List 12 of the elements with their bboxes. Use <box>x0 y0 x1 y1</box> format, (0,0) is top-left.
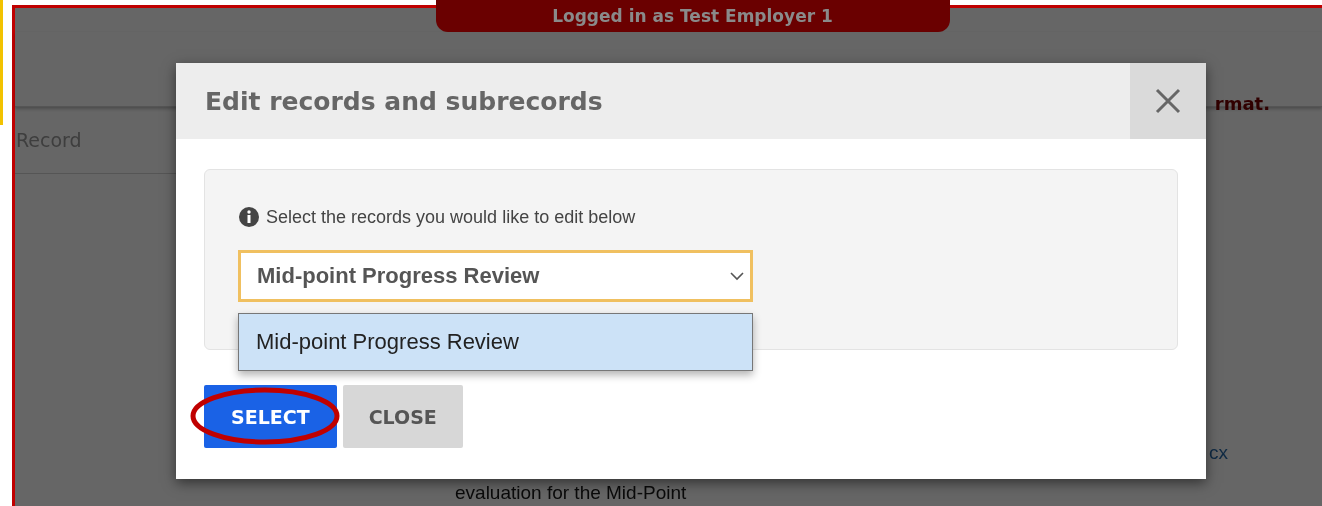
info-text: Select the records you would like to edit below <box>266 206 636 228</box>
login-banner: Logged in as Test Employer 1 <box>435 0 950 32</box>
records-select[interactable]: Mid-point Progress Review <box>238 250 753 302</box>
dialog-title: Edit records and subrecords <box>204 85 604 118</box>
info-icon <box>238 206 260 228</box>
close-icon <box>1155 88 1181 114</box>
close-button[interactable] <box>1130 63 1206 139</box>
chevron-icon <box>730 271 744 281</box>
dropdown-option[interactable]: Mid-point Progress Review <box>239 314 752 370</box>
error-text: rmat. <box>1214 93 1270 114</box>
description-text: evaluation for the Mid-Point <box>455 482 687 504</box>
close-dialog-button[interactable]: CLOSE <box>342 385 463 448</box>
